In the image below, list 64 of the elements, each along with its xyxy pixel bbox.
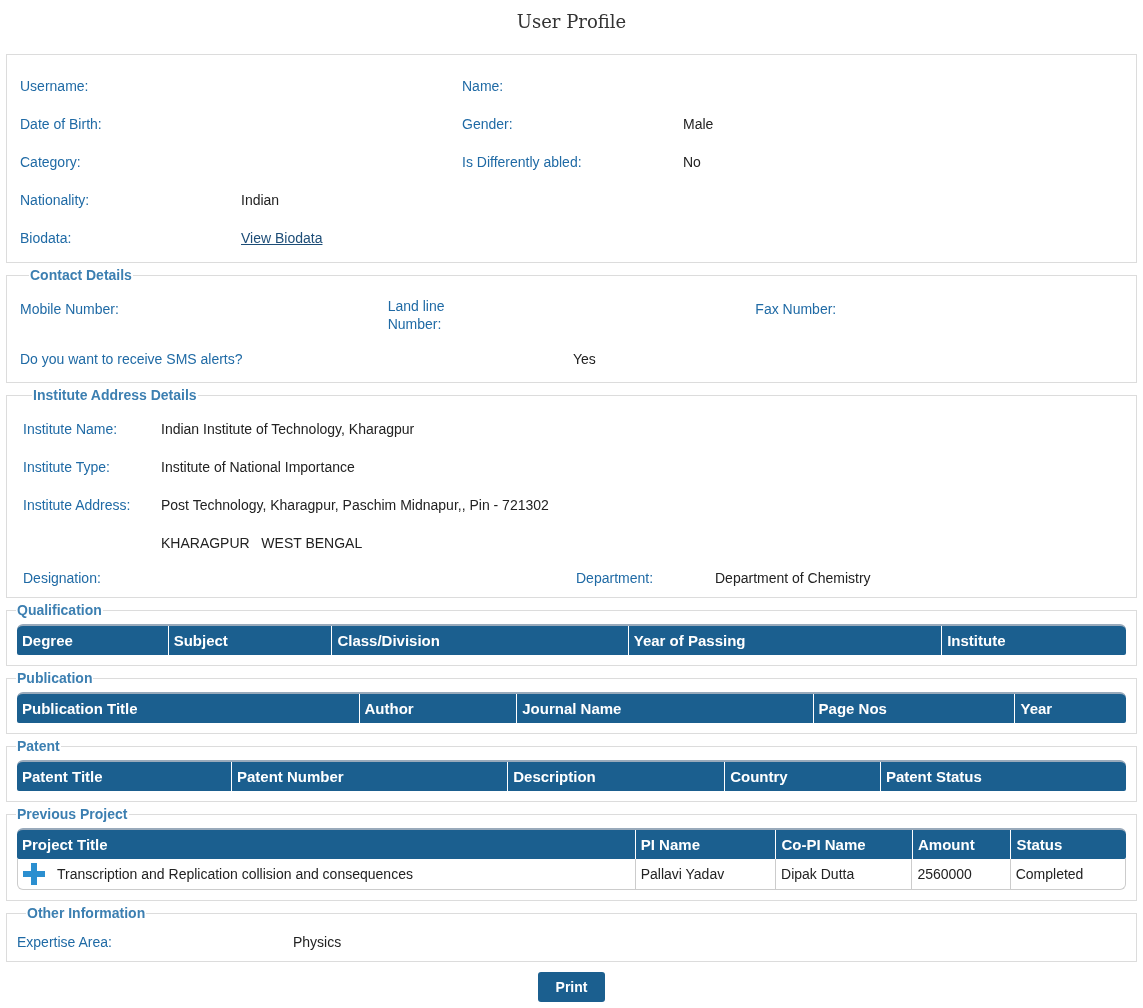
table-cell: Pallavi Yadav (640, 865, 725, 883)
column-header: Description (507, 762, 725, 791)
field-label: Institute Address: (23, 497, 131, 513)
field-value: Physics (293, 933, 343, 951)
table-cell: Transcription and Replication collision and consequences (57, 865, 413, 883)
print-button[interactable]: Print (537, 972, 606, 1002)
field-label: Username: (20, 78, 89, 94)
field-value: Indian (241, 192, 280, 208)
field-label: Biodata: (20, 230, 72, 246)
field-label: Expertise Area: (17, 933, 113, 951)
column-header: Class/Division (331, 626, 628, 655)
page-title: User Profile (515, 10, 628, 34)
field-label: Gender: (462, 116, 513, 132)
field-label: Department: (576, 569, 655, 587)
field-value: Department of Chemistry (715, 569, 872, 587)
column-header: Author (358, 694, 517, 723)
field-value: KHARAGPUR WEST BENGAL (161, 535, 363, 551)
field-label: Institute Type: (23, 459, 110, 475)
field-value: Post Technology, Kharagpur, Paschim Midnapur,, Pin - 721302 (161, 497, 549, 513)
column-header: Publication Title (21, 699, 139, 719)
column-header: Journal Name (516, 694, 813, 723)
column-header: Subject (167, 626, 332, 655)
field-value: Indian Institute of Technology, Kharagpur (161, 421, 415, 437)
column-header: Patent Title (21, 767, 104, 787)
column-header: Institute (941, 626, 1126, 655)
field-label: Institute Name: (23, 421, 118, 437)
section-legend: Previous Project (16, 806, 129, 822)
field-label: Name: (462, 78, 504, 94)
field-value: Institute of National Importance (161, 459, 355, 475)
view-biodata-link[interactable]: View Biodata (241, 230, 323, 246)
field-label: Designation: (23, 569, 102, 587)
column-header: Patent Status (879, 762, 1126, 791)
table-cell: 2560000 (917, 865, 972, 883)
column-header: Amount (912, 830, 1011, 859)
column-header: Degree (21, 631, 74, 651)
section-legend: Qualification (16, 602, 103, 618)
column-header: Year of Passing (627, 626, 942, 655)
section-legend: Other Information (26, 905, 147, 921)
column-header: Patent Number (230, 762, 508, 791)
field-label: Date of Birth: (20, 116, 102, 132)
field-label: Do you want to receive SMS alerts? (20, 350, 244, 368)
field-label: Land line Number: (387, 297, 446, 333)
column-header: PI Name (634, 830, 776, 859)
column-header: Project Title (21, 835, 109, 855)
column-header: Year (1014, 694, 1126, 723)
section-legend: Contact Details (29, 267, 133, 283)
field-label: Mobile Number: (20, 300, 119, 318)
table-cell: Dipak Dutta (781, 865, 855, 883)
field-value: Yes (573, 350, 597, 368)
field-label: Fax Number: (755, 300, 837, 318)
section-legend: Patent (16, 738, 61, 754)
field-value: No (683, 154, 701, 170)
section-legend: Publication (16, 670, 94, 686)
column-header: Page Nos (812, 694, 1015, 723)
field-label: Is Differently abled: (462, 154, 582, 170)
column-header: Status (1010, 830, 1126, 859)
field-label: Nationality: (20, 192, 90, 208)
column-header: Co-PI Name (775, 830, 913, 859)
field-value: Male (683, 116, 714, 132)
section-legend: Institute Address Details (32, 387, 198, 403)
plus-icon[interactable] (23, 863, 45, 885)
table-cell: Completed (1015, 865, 1084, 883)
field-label: Category: (20, 154, 81, 170)
column-header: Country (724, 762, 880, 791)
